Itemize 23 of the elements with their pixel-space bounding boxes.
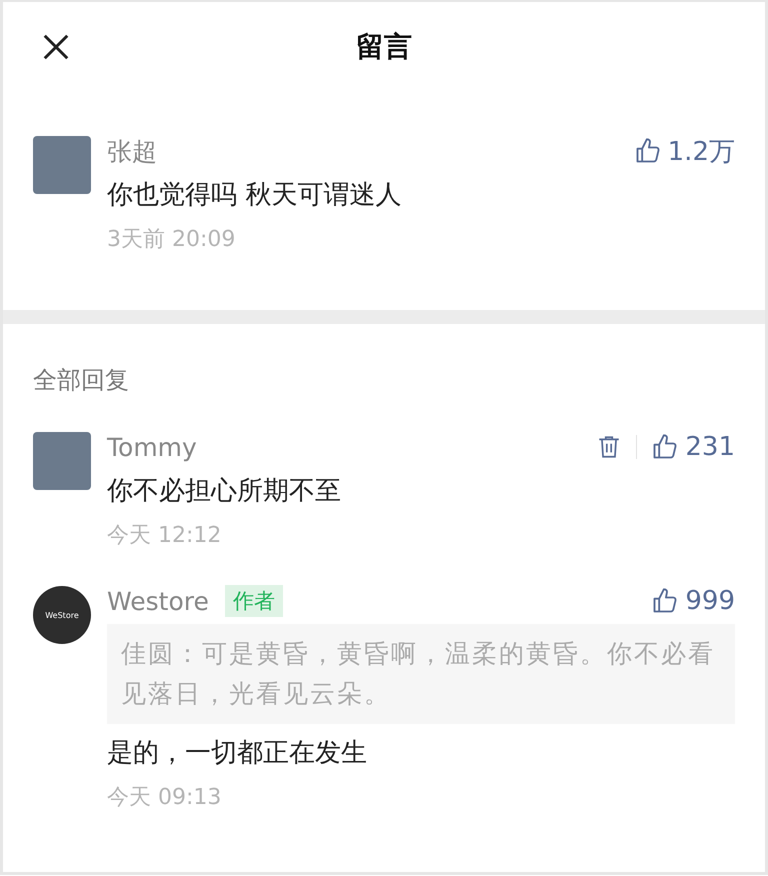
thumbs-up-icon (651, 587, 680, 615)
user-name: Westore (107, 586, 209, 616)
comment-time: 3天前 20:09 (107, 226, 236, 254)
comment-time: 今天 12:12 (107, 522, 222, 550)
close-icon[interactable] (41, 32, 71, 62)
page-title: 留言 (356, 29, 412, 65)
thumbs-up-icon (634, 137, 662, 165)
comment-text: 是的，一切都正在发生 (107, 737, 368, 770)
user-name: 张超 (107, 136, 157, 168)
photo-placeholder (33, 136, 91, 194)
quoted-comment: 佳圆：可是黄昏，黄昏啊，温柔的黄昏。你不必看见落日，光看见云朵。 (107, 624, 735, 724)
comment-text: 你也觉得吗 秋天可谓迷人 (107, 179, 402, 212)
logo-text: WeStore (45, 610, 79, 620)
thumbs-up-icon (651, 433, 680, 461)
section-heading: 全部回复 (33, 365, 130, 396)
like-button[interactable]: 1.2万 (634, 134, 735, 168)
like-button[interactable]: 999 (651, 586, 735, 616)
comment-text: 你不必担心所期不至 (107, 475, 342, 508)
photo-placeholder (33, 432, 91, 490)
user-name: Tommy (107, 432, 197, 462)
author-badge: 作者 (224, 585, 283, 617)
like-button[interactable]: 231 (651, 432, 735, 462)
comment-time: 今天 09:13 (107, 784, 222, 812)
